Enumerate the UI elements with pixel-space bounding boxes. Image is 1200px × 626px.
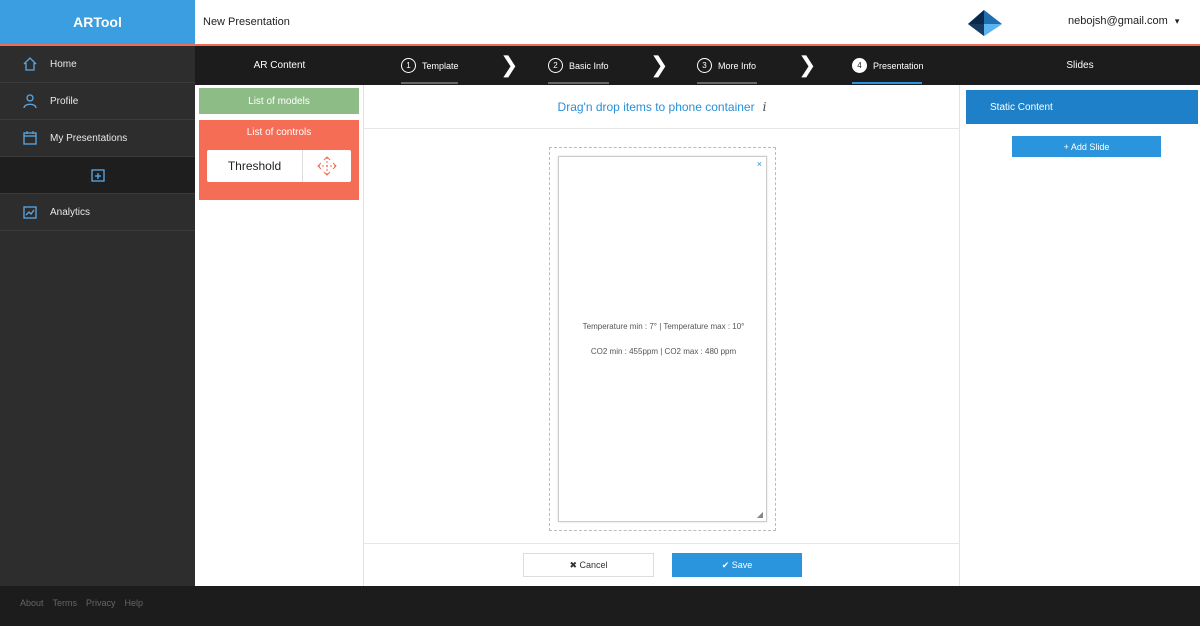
phone-content: Temperature min : 7° | Temperature max :… [559,321,768,358]
threshold-control[interactable]: Threshold [207,150,351,182]
list-of-models-button[interactable]: List of models [199,88,359,114]
sidebar-item-my-presentations[interactable]: My Presentations [0,120,195,157]
step-underline [697,82,757,84]
ar-content-header: AR Content [195,46,364,85]
footer-link-terms[interactable]: Terms [53,598,78,608]
footer-links: About Terms Privacy Help [20,598,143,608]
calendar-icon [22,130,38,146]
chevron-right-icon: ❯ [798,52,817,77]
user-email: nebojsh@gmail.com [1068,15,1168,27]
list-of-controls-title[interactable]: List of controls [199,120,359,144]
sidebar-item-label: Analytics [50,206,91,218]
user-icon [22,93,38,109]
sidebar-item-profile[interactable]: Profile [0,83,195,120]
sidebar-item-home[interactable]: Home [0,46,195,83]
chevron-right-icon: ❯ [650,52,669,77]
home-icon [22,56,38,72]
sidebar-item-analytics[interactable]: Analytics [0,194,195,231]
save-button[interactable]: ✔ Save [672,553,802,577]
temperature-range-text: Temperature min : 7° | Temperature max :… [582,322,745,331]
sidebar-item-label: Home [50,58,77,70]
editor-actions: ✖ Cancel ✔ Save [364,543,960,586]
cancel-button[interactable]: ✖ Cancel [523,553,654,577]
document-title: New Presentation [203,16,290,28]
top-bar: New Presentation nebojsh@gmail.com ▾ [195,0,1200,44]
chevron-right-icon: ❯ [500,52,519,77]
step-label: Basic Info [569,60,609,71]
footer-link-about[interactable]: About [20,598,44,608]
analytics-icon [22,204,38,220]
step-label: Template [422,60,459,71]
sidebar: Home Profile My Presentations Analytics [0,46,195,586]
sidebar-item-new-presentation[interactable] [0,157,195,194]
step-label: More Info [718,60,757,71]
add-slide-button[interactable]: + Add Slide [1012,136,1161,157]
step-number: 3 [697,58,712,73]
close-icon[interactable]: × [757,159,762,169]
add-presentation-icon [90,167,106,183]
page-footer: About Terms Privacy Help [0,586,1200,626]
step-number: 1 [401,58,416,73]
step-label: Presentation [873,60,924,71]
step-presentation[interactable]: 4 Presentation [852,46,924,85]
phone-container[interactable]: × Temperature min : 7° | Temperature max… [558,156,767,522]
app-logo[interactable]: ARTool [0,0,195,44]
sidebar-item-label: My Presentations [50,132,128,144]
step-underline [401,82,458,84]
slides-header: Slides [960,46,1200,85]
step-basic-info[interactable]: 2 Basic Info [548,46,609,85]
step-number: 4 [852,58,867,73]
user-menu[interactable]: nebojsh@gmail.com ▾ [1068,15,1179,27]
step-underline [548,82,609,84]
chevron-down-icon: ▾ [1174,16,1180,26]
slides-panel: Static Content + Add Slide [960,85,1200,586]
co2-range-text: CO2 min : 455ppm | CO2 max : 480 ppm [590,347,737,356]
phone-drop-zone[interactable]: × Temperature min : 7° | Temperature max… [549,147,776,531]
threshold-label: Threshold [207,150,303,182]
slide-static-content[interactable]: Static Content [966,90,1198,124]
ar-content-panel: List of models List of controls Threshol… [195,85,364,586]
brand-logo-icon [968,10,1002,36]
sidebar-item-label: Profile [50,95,79,107]
move-icon[interactable] [303,154,351,178]
controls-panel: List of controls Threshold [199,120,359,200]
step-template[interactable]: 1 Template [401,46,459,85]
resize-handle-icon[interactable]: ◢ [757,510,763,519]
presentation-editor: Drag'n drop items to phone container i ×… [364,85,960,586]
footer-link-privacy[interactable]: Privacy [86,598,116,608]
footer-link-help[interactable]: Help [125,598,144,608]
step-number: 2 [548,58,563,73]
editor-instructions: Drag'n drop items to phone container i [364,85,960,129]
instructions-text: Drag'n drop items to phone container [557,99,755,114]
info-icon[interactable]: i [763,100,767,114]
step-underline-active [852,82,922,84]
step-more-info[interactable]: 3 More Info [697,46,756,85]
